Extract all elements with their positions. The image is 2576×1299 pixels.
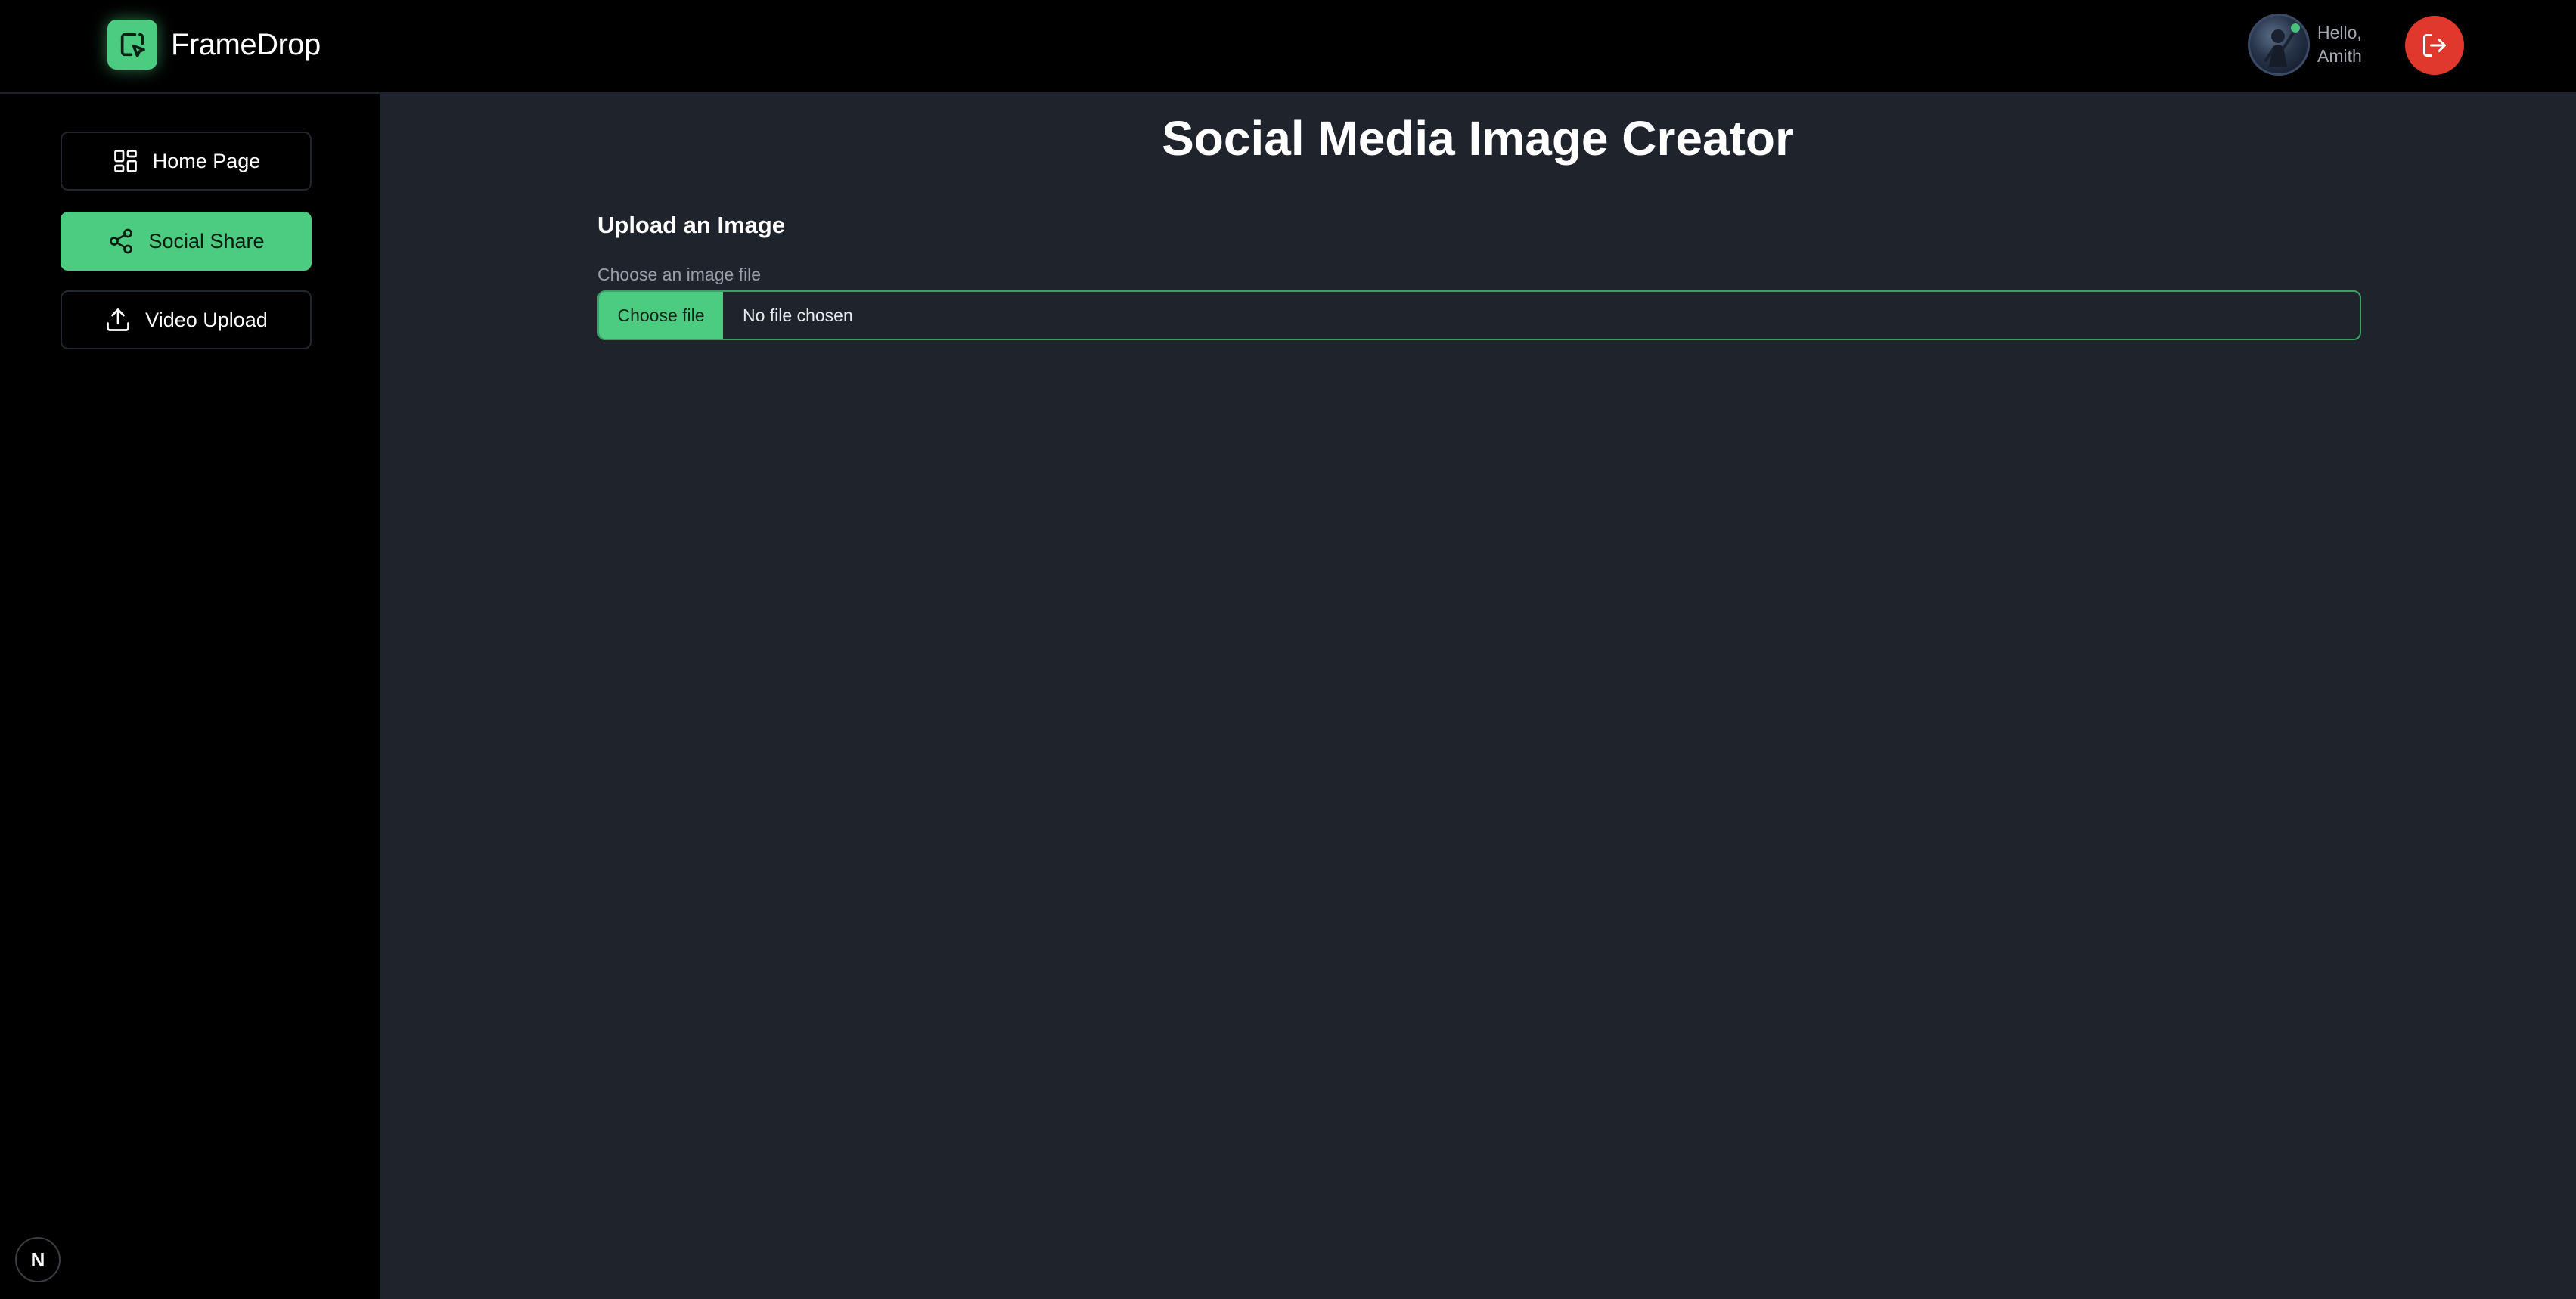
image-file-label: Choose an image file [597, 265, 762, 284]
logout-icon [2423, 34, 2446, 57]
logout-button[interactable] [2405, 16, 2464, 75]
top-header: FrameDrop Hello, Amith [0, 0, 2576, 94]
user-area: Hello, Amith [2248, 14, 2362, 76]
sidebar-item-label: Home Page [152, 149, 261, 172]
section-title: Upload an Image [597, 212, 786, 238]
sidebar-item-label: Video Upload [145, 308, 268, 331]
greeting-username: Amith [2317, 46, 2362, 66]
sidebar-item-social-share[interactable]: Social Share [61, 212, 312, 271]
sidebar: Home Page Social Share Video Upload [0, 94, 380, 1299]
sidebar-item-video-upload[interactable]: Video Upload [61, 290, 312, 349]
n-badge[interactable]: N [15, 1237, 61, 1282]
page-title: Social Media Image Creator [1162, 111, 1794, 166]
file-status-text: No file chosen [743, 305, 853, 325]
user-greeting: Hello, Amith [2317, 21, 2362, 68]
brand-name: FrameDrop [171, 27, 321, 61]
framedrop-logo-icon [107, 20, 157, 70]
online-status-dot [2291, 23, 2300, 33]
sidebar-item-home-page[interactable]: Home Page [61, 132, 312, 191]
image-file-input[interactable]: Choose file No file chosen [597, 290, 2361, 340]
share-icon [107, 228, 135, 255]
dashboard-grid-icon [112, 147, 139, 175]
avatar[interactable] [2248, 14, 2310, 76]
choose-file-button[interactable]: Choose file [599, 292, 723, 339]
main-content: Social Media Image Creator Upload an Ima… [380, 94, 2576, 1299]
greeting-hello: Hello, [2317, 23, 2362, 42]
sidebar-item-label: Social Share [148, 229, 265, 253]
brand[interactable]: FrameDrop [107, 20, 321, 70]
upload-icon [104, 306, 132, 333]
